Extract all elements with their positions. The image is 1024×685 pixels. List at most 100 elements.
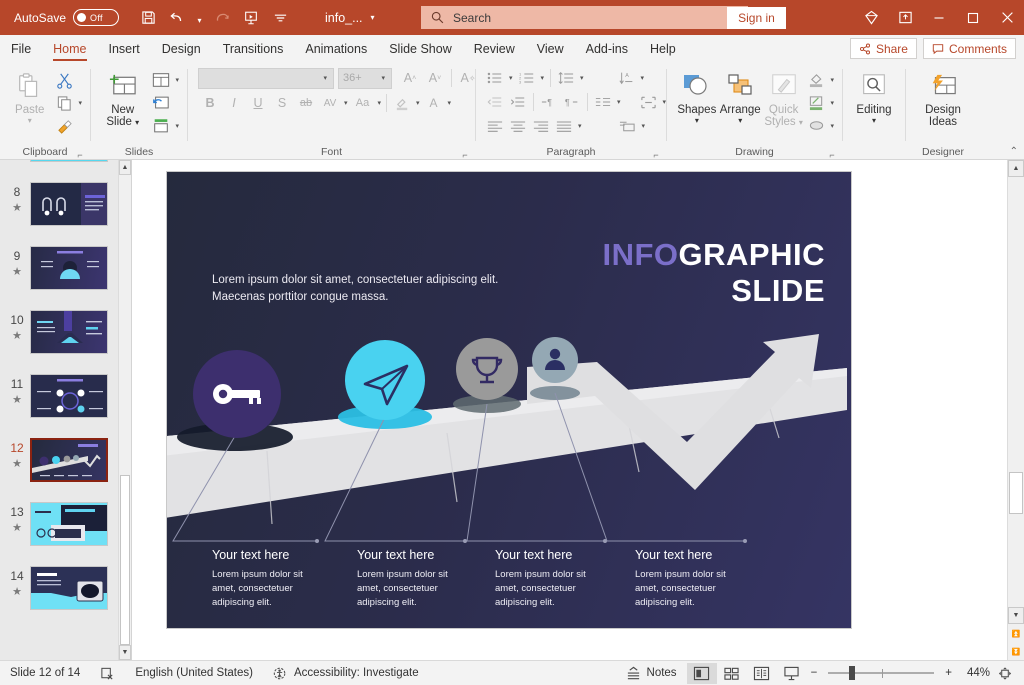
bullets-dropdown-icon[interactable]: ▾ bbox=[507, 74, 515, 82]
undo-icon[interactable] bbox=[164, 6, 190, 30]
save-icon[interactable] bbox=[135, 6, 161, 30]
autosave-control[interactable]: AutoSave Off bbox=[14, 9, 119, 26]
start-presentation-icon[interactable] bbox=[238, 6, 264, 30]
font-name-input[interactable]: ▾ bbox=[198, 68, 334, 89]
align-right-icon[interactable] bbox=[530, 115, 552, 137]
tab-animations[interactable]: Animations bbox=[294, 35, 378, 63]
font-name-dropdown-icon[interactable]: ▾ bbox=[321, 74, 329, 82]
tab-add-ins[interactable]: Add-ins bbox=[575, 35, 639, 63]
scroll-thumb[interactable] bbox=[1009, 472, 1023, 514]
shape-effects-icon[interactable] bbox=[805, 115, 827, 137]
align-text-icon[interactable] bbox=[638, 91, 660, 113]
scroll-up-icon[interactable]: ▲ bbox=[1008, 160, 1024, 177]
document-title[interactable]: info_... ▾ bbox=[325, 11, 375, 25]
zoom-slider[interactable] bbox=[828, 666, 934, 680]
thumbnail-scroll-up-icon[interactable]: ▲ bbox=[119, 160, 131, 175]
justify-icon[interactable] bbox=[553, 115, 575, 137]
cut-icon[interactable] bbox=[53, 69, 75, 91]
tab-help[interactable]: Help bbox=[639, 35, 687, 63]
zoom-slider-handle[interactable] bbox=[849, 666, 855, 680]
redo-icon[interactable] bbox=[209, 6, 235, 30]
align-center-icon[interactable] bbox=[507, 115, 529, 137]
tab-review[interactable]: Review bbox=[463, 35, 526, 63]
diamond-icon[interactable] bbox=[854, 0, 888, 35]
text-highlight-icon[interactable] bbox=[390, 92, 414, 114]
paste-dropdown-icon[interactable]: ▾ bbox=[28, 116, 32, 125]
text-direction-dropdown-icon[interactable]: ▾ bbox=[639, 74, 647, 82]
clipboard-dialog-launcher[interactable]: ⌐ bbox=[75, 148, 85, 159]
reset-icon[interactable] bbox=[150, 92, 172, 114]
slide-title[interactable]: INFOGRAPHIC SLIDE bbox=[602, 237, 825, 309]
slide-sorter-button[interactable] bbox=[717, 663, 747, 684]
thumbnail-item-8[interactable]: 8 ★ bbox=[0, 178, 131, 242]
text-direction-icon[interactable]: A bbox=[616, 67, 638, 89]
shapes-dropdown-icon[interactable]: ▾ bbox=[695, 116, 699, 125]
share-button[interactable]: Share bbox=[850, 38, 917, 59]
shape-effects-dropdown-icon[interactable]: ▾ bbox=[828, 122, 836, 130]
slide-show-button[interactable] bbox=[777, 663, 807, 684]
design-ideas-button[interactable]: Design Ideas bbox=[915, 67, 971, 128]
thumbnail-item-11[interactable]: 11 ★ bbox=[0, 370, 131, 434]
slide-column-3[interactable]: Your text here Lorem ipsum dolor sit ame… bbox=[495, 548, 595, 610]
shrink-font-button[interactable]: A˅ bbox=[423, 67, 447, 89]
quick-styles-dropdown-icon[interactable]: ▾ bbox=[799, 118, 803, 127]
slide-vertical-scrollbar[interactable]: ▲ ▼ ⏫ ⏬ bbox=[1007, 160, 1024, 660]
tab-view[interactable]: View bbox=[526, 35, 575, 63]
thumbnail-scrollbar[interactable]: ▲ ▼ bbox=[118, 160, 131, 660]
increase-indent-icon[interactable] bbox=[507, 91, 529, 113]
tab-file[interactable]: File bbox=[0, 35, 42, 63]
spell-check-button[interactable] bbox=[90, 661, 125, 685]
quick-styles-button[interactable]: Quick Styles ▾ bbox=[764, 67, 804, 129]
numbering-icon[interactable]: 123 bbox=[516, 67, 538, 89]
autosave-toggle[interactable]: Off bbox=[73, 9, 119, 26]
layout-dropdown-icon[interactable]: ▾ bbox=[173, 76, 181, 84]
decrease-indent-icon[interactable] bbox=[484, 91, 506, 113]
thumbnail-item-13[interactable]: 13 ★ bbox=[0, 498, 131, 562]
accessibility-indicator[interactable]: Accessibility: Investigate bbox=[263, 661, 429, 685]
scroll-down-icon[interactable]: ▼ bbox=[1008, 607, 1024, 624]
paragraph-dialog-launcher[interactable]: ⌐ bbox=[651, 148, 661, 159]
shapes-button[interactable]: Shapes ▾ bbox=[677, 67, 717, 125]
italic-button[interactable]: I bbox=[222, 92, 246, 114]
copy-dropdown-icon[interactable]: ▾ bbox=[76, 99, 84, 107]
columns-icon[interactable] bbox=[592, 91, 614, 113]
underline-button[interactable]: U bbox=[246, 92, 270, 114]
thumbnail-item-14[interactable]: 14 ★ bbox=[0, 562, 131, 626]
comments-button[interactable]: Comments bbox=[923, 38, 1016, 59]
tab-transitions[interactable]: Transitions bbox=[212, 35, 295, 63]
collapse-ribbon-icon[interactable]: ⌃ bbox=[1010, 146, 1018, 157]
close-button[interactable] bbox=[990, 0, 1024, 35]
shape-outline-dropdown-icon[interactable]: ▾ bbox=[828, 99, 836, 107]
convert-to-smartart-icon[interactable] bbox=[617, 115, 639, 137]
shape-outline-icon[interactable] bbox=[805, 92, 827, 114]
shape-fill-dropdown-icon[interactable]: ▾ bbox=[828, 76, 836, 84]
zoom-percentage[interactable]: 44% bbox=[956, 667, 990, 679]
slide-column-1[interactable]: Your text here Lorem ipsum dolor sit ame… bbox=[212, 548, 312, 610]
thumbnail-item-10[interactable]: 10 ★ bbox=[0, 306, 131, 370]
editing-dropdown-icon[interactable]: ▾ bbox=[872, 116, 876, 125]
rtl-text-icon[interactable]: ¶ bbox=[561, 91, 583, 113]
paste-button[interactable]: Paste ▾ bbox=[10, 67, 49, 125]
new-slide-dropdown-icon[interactable]: ▾ bbox=[135, 118, 139, 127]
change-case-button[interactable]: Aa bbox=[350, 92, 376, 114]
drawing-dialog-launcher[interactable]: ⌐ bbox=[827, 148, 837, 159]
slide-count[interactable]: Slide 12 of 14 bbox=[0, 661, 90, 685]
tab-insert[interactable]: Insert bbox=[98, 35, 151, 63]
section-icon[interactable] bbox=[150, 115, 172, 137]
font-color-dropdown-icon[interactable]: ▾ bbox=[446, 99, 454, 107]
font-size-input[interactable]: 36+ ▾ bbox=[338, 68, 392, 89]
font-dialog-launcher[interactable]: ⌐ bbox=[460, 148, 470, 159]
line-spacing-dropdown-icon[interactable]: ▾ bbox=[578, 74, 586, 82]
thumbnail-item-9[interactable]: 9 ★ bbox=[0, 242, 131, 306]
arrange-dropdown-icon[interactable]: ▾ bbox=[738, 116, 742, 125]
slide-paragraph[interactable]: Lorem ipsum dolor sit amet, consectetuer… bbox=[212, 272, 512, 306]
reading-view-button[interactable] bbox=[747, 663, 777, 684]
shape-fill-icon[interactable] bbox=[805, 69, 827, 91]
bullets-icon[interactable] bbox=[484, 67, 506, 89]
ribbon-display-options-icon[interactable] bbox=[888, 0, 922, 35]
slide-column-4[interactable]: Your text here Lorem ipsum dolor sit ame… bbox=[635, 548, 735, 610]
previous-slide-icon[interactable]: ⏫ bbox=[1008, 625, 1024, 642]
character-spacing-dropdown-icon[interactable]: ▾ bbox=[342, 99, 350, 107]
new-slide-button[interactable]: New Slide ▾ bbox=[97, 67, 148, 129]
current-slide[interactable]: INFOGRAPHIC SLIDE Lorem ipsum dolor sit … bbox=[167, 172, 851, 628]
